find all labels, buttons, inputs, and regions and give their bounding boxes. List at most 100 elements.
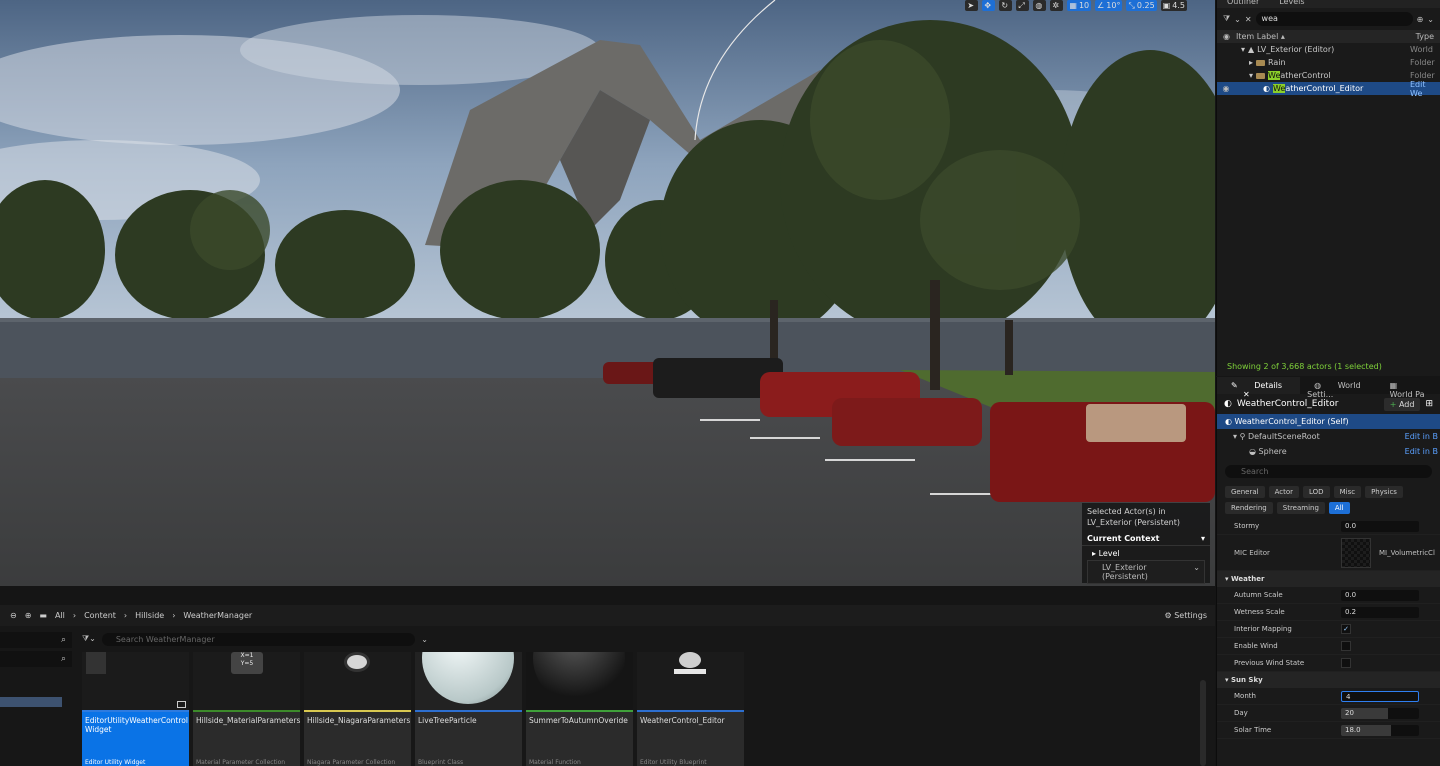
chevron-down-icon[interactable]: ⌄: [421, 635, 428, 644]
outliner-row-rain[interactable]: ▸ Rain Folder: [1217, 56, 1440, 69]
scale-mode-button[interactable]: ⤢: [1016, 0, 1030, 11]
expand-arrow-icon[interactable]: ▾: [1241, 45, 1245, 54]
autumn-scale-input[interactable]: 0.0: [1341, 589, 1419, 601]
outliner-row-weathercontrol[interactable]: ▾ WeatherControl Folder: [1217, 69, 1440, 82]
chevron-down-icon[interactable]: ⌄: [1427, 15, 1434, 24]
breadcrumb-hillside[interactable]: Hillside: [135, 611, 164, 620]
item-label-header[interactable]: Item Label ▴: [1230, 32, 1416, 41]
outliner-row-weathercontrol-editor[interactable]: ◉ ◐ WeatherControl_Editor Edit We: [1217, 80, 1440, 98]
material-asset-picker[interactable]: MI_VolumetricCl: [1379, 549, 1435, 557]
asset-thumbnail: [304, 652, 411, 710]
asset-tile[interactable]: Hillside_NiagaraParameters Niagara Param…: [304, 652, 411, 766]
folders-search[interactable]: ⌕: [0, 651, 72, 667]
globe-icon: ◍: [1035, 1, 1043, 10]
edit-in-blueprint-link[interactable]: Edit in B: [1405, 432, 1438, 441]
filter-general[interactable]: General: [1225, 486, 1265, 498]
breadcrumb-weathermanager[interactable]: WeatherManager: [183, 611, 252, 620]
expand-arrow-icon[interactable]: ▸: [1249, 58, 1253, 67]
component-sphere[interactable]: ◒ Sphere Edit in B: [1217, 444, 1440, 459]
folder-icon: [1256, 72, 1266, 79]
add-icon[interactable]: ⊕: [1417, 15, 1424, 24]
filter-actor[interactable]: Actor: [1268, 486, 1300, 498]
current-context-header[interactable]: Current Context ▾: [1082, 532, 1210, 546]
solar-time-slider[interactable]: 18.0: [1341, 724, 1419, 736]
plus-icon: +: [1389, 399, 1397, 409]
prop-label: Day: [1234, 709, 1248, 717]
actor-name[interactable]: WeatherControl_Editor: [1237, 399, 1339, 409]
enable-wind-checkbox[interactable]: [1341, 641, 1351, 651]
stormy-input[interactable]: 0.0: [1341, 520, 1419, 532]
row-name: ▾ ▲ LV_Exterior (Editor): [1235, 45, 1410, 54]
eye-icon[interactable]: ◉: [1217, 84, 1235, 93]
tab-levels[interactable]: Levels: [1269, 0, 1314, 8]
type-header[interactable]: Type: [1416, 32, 1434, 41]
row-type[interactable]: Edit We: [1410, 80, 1440, 98]
category-sun-sky[interactable]: ▾ Sun Sky: [1217, 672, 1440, 688]
add-component-button[interactable]: + Add: [1383, 397, 1421, 411]
level-viewport[interactable]: ➤ ✥ ↻ ⤢ ◍ ✲ ▦ 10 ∠ 10° ⤡ 0.25 ▣ 4.5 Selected…: [0, 0, 1215, 586]
asset-tile[interactable]: SummerToAutumnOveride Material Function: [526, 652, 633, 766]
folder-icon[interactable]: ▬: [39, 611, 47, 620]
asset-tile[interactable]: WeatherControl_Editor Editor Utility Blu…: [637, 652, 744, 766]
select-mode-button[interactable]: ➤: [965, 0, 979, 11]
row-label-rest: atherControl_Editor: [1285, 84, 1364, 93]
month-input[interactable]: 4: [1341, 690, 1419, 702]
filter-all[interactable]: All: [1328, 502, 1350, 514]
wetness-scale-input[interactable]: 0.2: [1341, 606, 1419, 618]
tab-details[interactable]: ✎ Details ✕: [1217, 377, 1301, 399]
history-forward-icon[interactable]: ⊕: [25, 611, 32, 620]
level-selector[interactable]: LV_Exterior (Persistent) ⌄: [1087, 560, 1205, 584]
day-slider[interactable]: 20: [1341, 707, 1419, 719]
asset-filter-row: ⧩⌄ Search WeatherManager ⌄: [82, 632, 428, 646]
asset-tile[interactable]: EditorUtilityWeatherControl Widget Edito…: [82, 652, 189, 766]
filter-rendering[interactable]: Rendering: [1225, 502, 1273, 514]
tab-outliner[interactable]: Outliner: [1217, 0, 1269, 8]
breadcrumb-all[interactable]: All: [55, 611, 65, 620]
filter-icon[interactable]: ⧩: [1223, 14, 1230, 24]
expand-arrow-icon[interactable]: ▾: [1249, 71, 1253, 80]
filter-streaming[interactable]: Streaming: [1276, 502, 1325, 514]
clear-search-icon[interactable]: ✕: [1245, 15, 1252, 24]
asset-search-input[interactable]: Search WeatherManager: [101, 632, 416, 646]
asset-tile[interactable]: LiveTreeParticle Blueprint Class: [415, 652, 522, 766]
breadcrumb-separator-icon: ›: [172, 611, 176, 620]
tab-world-settings[interactable]: ◍ World Setti...: [1300, 377, 1376, 399]
component-self[interactable]: ◐ WeatherControl_Editor (Self): [1217, 414, 1440, 429]
angle-snap-button[interactable]: ∠ 10°: [1095, 0, 1123, 11]
rotate-mode-button[interactable]: ↻: [999, 0, 1013, 11]
previous-wind-checkbox[interactable]: [1341, 658, 1351, 668]
breadcrumb-content[interactable]: Content: [84, 611, 116, 620]
history-back-icon[interactable]: ⊖: [10, 611, 17, 620]
favorites-search[interactable]: ⌕: [0, 632, 72, 648]
camera-speed-button[interactable]: ▣ 4.5: [1160, 0, 1187, 11]
settings-button[interactable]: ⚙ Settings: [1164, 611, 1207, 620]
camera-icon: ▣: [1162, 1, 1171, 10]
category-weather[interactable]: ▾ Weather: [1217, 571, 1440, 587]
component-defaultsceneroot[interactable]: ▾ ⚲ DefaultSceneRoot Edit in B: [1217, 429, 1440, 444]
details-search-input[interactable]: Search: [1225, 465, 1432, 478]
interior-mapping-checkbox[interactable]: ✓: [1341, 624, 1351, 634]
filter-misc[interactable]: Misc: [1333, 486, 1362, 498]
edit-in-blueprint-link[interactable]: Edit in B: [1405, 447, 1438, 456]
blueprint-icon[interactable]: ⊞: [1425, 399, 1433, 409]
tab-world-partition[interactable]: ▦ World Pa: [1376, 377, 1440, 399]
surface-snap-button[interactable]: ✲: [1050, 0, 1064, 11]
filter-icon[interactable]: ⧩⌄: [82, 634, 96, 644]
scale-snap-button[interactable]: ⤡ 0.25: [1126, 0, 1157, 11]
row-label: Rain: [1268, 58, 1286, 67]
chevron-down-icon[interactable]: ⌄: [1234, 15, 1241, 24]
translate-mode-button[interactable]: ✥: [982, 0, 996, 11]
details-filters: General Actor LOD Misc Physics Rendering…: [1217, 482, 1440, 518]
asset-tile[interactable]: X=1 Y=5 Hillside_MaterialParameters Mate…: [193, 652, 300, 766]
filter-physics[interactable]: Physics: [1365, 486, 1403, 498]
asset-type: Editor Utility Blueprint: [640, 759, 707, 766]
outliner-row-world[interactable]: ▾ ▲ LV_Exterior (Editor) World: [1217, 43, 1440, 56]
grid-snap-button[interactable]: ▦ 10: [1067, 0, 1092, 11]
component-label: ◐ WeatherControl_Editor (Self): [1225, 417, 1349, 426]
selected-folder-row[interactable]: [0, 697, 62, 707]
material-thumbnail[interactable]: [1341, 537, 1371, 568]
outliner-search-input[interactable]: wea: [1255, 12, 1413, 26]
world-local-button[interactable]: ◍: [1033, 0, 1047, 11]
asset-grid-scrollbar[interactable]: [1200, 680, 1206, 766]
filter-lod[interactable]: LOD: [1303, 486, 1330, 498]
